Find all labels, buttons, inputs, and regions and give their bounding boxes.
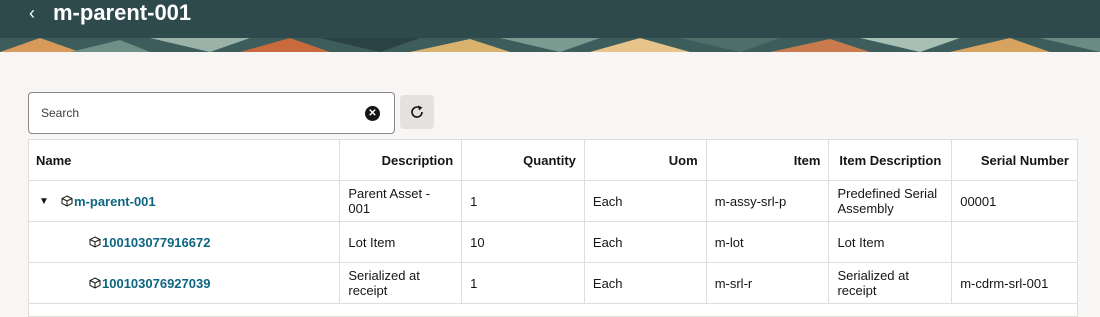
back-button[interactable]: ‹ <box>22 2 42 24</box>
asset-cube-icon <box>61 195 73 207</box>
main-content: ✕ Name Description Quantity Uom Item Ite… <box>0 52 1100 317</box>
item-description-cell: Lot Item <box>829 222 953 262</box>
asset-link[interactable]: m-parent-001 <box>74 194 156 209</box>
search-input[interactable] <box>41 93 361 133</box>
chevron-left-icon: ‹ <box>29 3 35 23</box>
table-row[interactable]: ▼ m-parent-001 Parent Asset - 001 1 Each… <box>29 181 1077 222</box>
header-banner-pattern <box>0 38 1100 52</box>
table-row[interactable]: 100103077916672 Lot Item 10 Each m-lot L… <box>29 222 1077 263</box>
name-cell: 100103076927039 <box>29 263 341 303</box>
item-description-cell: Predefined Serial Assembly <box>829 181 953 221</box>
quantity-cell: 1 <box>462 181 585 221</box>
column-header-uom[interactable]: Uom <box>585 140 707 180</box>
column-header-item-description[interactable]: Item Description <box>829 140 953 180</box>
column-header-name[interactable]: Name <box>29 140 341 180</box>
refresh-icon <box>411 105 423 118</box>
refresh-button[interactable] <box>400 95 434 129</box>
description-cell: Lot Item <box>340 222 463 262</box>
uom-cell: Each <box>585 181 707 221</box>
asset-link[interactable]: 100103076927039 <box>102 276 210 291</box>
column-header-description[interactable]: Description <box>340 140 463 180</box>
asset-hierarchy-table: Name Description Quantity Uom Item Item … <box>28 139 1078 317</box>
item-cell: m-assy-srl-p <box>707 181 830 221</box>
column-header-quantity[interactable]: Quantity <box>462 140 585 180</box>
page-header: ‹ m-parent-001 <box>0 0 1100 52</box>
uom-cell: Each <box>585 263 707 303</box>
name-cell: ▼ m-parent-001 <box>29 181 341 221</box>
serial-number-cell: 00001 <box>960 193 997 209</box>
serial-number-cell <box>952 222 1077 262</box>
quantity-cell: 1 <box>462 263 585 303</box>
clear-search-button[interactable]: ✕ <box>365 106 380 121</box>
caret-down-icon[interactable]: ▼ <box>39 194 53 209</box>
serial-number-cell: m-cdrm-srl-001 <box>960 275 1049 291</box>
page-title: m-parent-001 <box>53 0 192 25</box>
name-cell: 100103077916672 <box>29 222 341 262</box>
table-header-row: Name Description Quantity Uom Item Item … <box>29 140 1077 181</box>
clear-icon: ✕ <box>368 108 377 119</box>
quantity-cell: 10 <box>462 222 585 262</box>
column-header-serial-number[interactable]: Serial Number <box>952 140 1077 180</box>
asset-link[interactable]: 100103077916672 <box>102 235 210 250</box>
item-description-cell: Serialized at receipt <box>829 263 953 303</box>
search-box: ✕ <box>28 92 395 134</box>
asset-cube-icon <box>89 277 101 289</box>
asset-cube-icon <box>89 236 101 248</box>
description-cell: Serialized at receipt <box>340 263 463 303</box>
column-header-item[interactable]: Item <box>707 140 830 180</box>
uom-cell: Each <box>585 222 707 262</box>
item-cell: m-lot <box>707 222 830 262</box>
item-cell: m-srl-r <box>707 263 830 303</box>
table-filler <box>29 304 1077 316</box>
table-row[interactable]: 100103076927039 Serialized at receipt 1 … <box>29 263 1077 304</box>
description-cell: Parent Asset - 001 <box>340 181 463 221</box>
